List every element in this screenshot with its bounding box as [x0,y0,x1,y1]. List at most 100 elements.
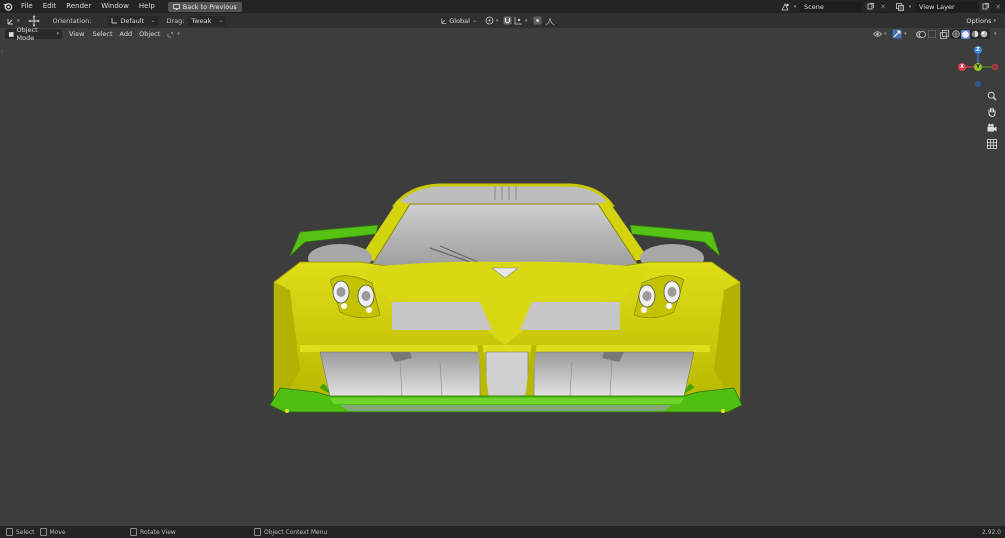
shading-options-chevron-icon[interactable]: ▾ [991,29,1000,39]
snap-target-button[interactable]: ▾ [511,16,531,26]
editor-type-button[interactable]: ▾ [4,16,23,26]
tool-settings-bar: ▾ Orientation: Default ⌄ Drag: Tweak ⌄ G… [0,13,1005,28]
menu-render[interactable]: Render [61,0,96,13]
menu-help[interactable]: Help [134,0,160,13]
status-move: Move [39,528,66,536]
status-select-label: Select [16,528,35,536]
chevron-down-icon: ▾ [17,17,20,24]
orientation-value: Default [120,16,145,25]
chevron-down-icon: ▾ [56,31,59,37]
screen-icon [172,3,180,10]
options-label: Options [966,16,992,25]
status-context-label: Object Context Menu [264,528,328,536]
eye-filter-icon [873,31,882,37]
chevron-down-icon: ▾ [525,17,528,24]
axes-editor-icon [7,18,13,24]
options-button[interactable]: Options ▾ [963,16,999,26]
gizmo-arrows-icon [892,29,902,39]
back-to-previous-button[interactable]: Back to Previous [167,1,242,12]
wireframe-shading-icon[interactable] [952,30,960,38]
chevron-down-icon: ▾ [904,31,907,37]
view-layer-browse-icon[interactable] [895,2,905,12]
chevron-down-icon: ▾ [177,31,180,37]
global-axes-icon [441,18,447,24]
visibility-filter-button[interactable]: ▾ [870,29,890,39]
drag-label: Drag: [166,16,185,25]
new-view-layer-icon[interactable] [980,1,990,12]
status-bar: Select Move Rotate View Object Context M… [0,526,1005,538]
status-move-label: Move [49,528,66,536]
car-model[interactable] [0,40,1005,525]
orientation-label: Orientation: [52,16,92,25]
orientation-axes-icon [111,18,118,24]
scene-name-value: Scene [804,2,824,11]
chevron-down-icon: ▾ [884,31,887,37]
shading-mode-group [950,29,990,39]
xray-icon [940,29,949,39]
drag-mouse-icon [39,528,47,536]
view-menu[interactable]: View [66,29,87,39]
back-to-previous-label: Back to Previous [182,2,237,11]
status-rotate: Rotate View [130,528,176,536]
add-menu[interactable]: Add [117,29,136,39]
chevron-down-icon: ▾ [993,17,996,24]
material-shading-icon[interactable] [971,30,979,38]
pan-hand-icon[interactable] [986,106,998,118]
pivot-point-button[interactable]: ▾ [482,16,502,26]
object-menu[interactable]: Object [136,29,163,39]
menu-edit[interactable]: Edit [38,0,62,13]
gizmo-x-axis[interactable]: X [958,63,966,71]
scene-browse-icon[interactable] [780,2,790,12]
version-label: 2.92.0 [981,528,1001,536]
chevron-down-icon: ▾ [793,3,797,10]
camera-view-icon[interactable] [986,122,998,134]
blender-logo-icon[interactable] [0,0,16,13]
chevron-down-icon: ▾ [908,3,912,10]
menu-window[interactable]: Window [96,0,134,13]
chevron-down-icon: ▾ [496,17,499,24]
gizmo-toggle-button[interactable]: ▾ [889,29,910,39]
rendered-shading-icon[interactable] [980,30,988,38]
delete-view-layer-icon[interactable]: ✕ [993,2,1003,12]
navigation-gizmo[interactable]: Z X Y [952,46,1004,92]
status-rotate-label: Rotate View [140,528,176,536]
3d-viewport[interactable]: › Z X Y [0,40,1005,525]
overlay-settings-icon [928,30,936,38]
scene-name-field[interactable]: Scene [800,1,862,12]
gizmo-neg-z-axis[interactable] [975,81,981,87]
transform-affect-icon [167,32,174,38]
drag-value: Tweak [191,16,212,25]
left-mouse-icon [6,528,13,536]
solid-shading-icon[interactable] [961,29,970,39]
object-mode-dropdown[interactable]: Object Mode ▾ [5,26,62,42]
gizmo-neg-x-axis[interactable] [992,64,998,70]
gizmo-y-axis[interactable]: Y [974,63,982,71]
chevron-down-icon: ⌄ [150,17,156,24]
zoom-icon[interactable] [986,90,998,102]
perspective-grid-icon[interactable] [986,138,998,150]
falloff-curve-icon [545,17,555,25]
viewport-header: Object Mode ▾ View Select Add Object ▾ ▾… [0,26,1005,42]
transform-orientation-dropdown[interactable]: Global ⌄ [438,16,480,26]
snap-grid-icon [514,17,522,25]
right-mouse-icon [254,528,261,536]
middle-mouse-icon [130,528,137,536]
proportional-edit-icon [533,16,542,25]
menu-file[interactable]: File [16,0,38,13]
transform-affect-button[interactable]: ▾ [164,29,183,39]
scene-layer-selectors: ▾ Scene ✕ ▾ View Layer ✕ [780,0,1005,13]
pivot-icon [485,16,494,25]
view-layer-field[interactable]: View Layer [915,1,977,12]
chevron-down-icon: ⌄ [471,17,477,24]
select-menu[interactable]: Select [89,29,115,39]
gizmo-z-axis[interactable]: Z [974,46,982,54]
falloff-button[interactable] [542,16,558,26]
top-menu-bar: File Edit Render Window Help Back to Pre… [0,0,1005,13]
new-scene-icon[interactable] [865,1,875,12]
delete-scene-icon[interactable]: ✕ [878,2,888,12]
transform-orientation-value: Global [449,16,470,25]
orientation-dropdown[interactable]: Default ⌄ [108,15,159,26]
object-mode-icon [8,31,14,37]
drag-dropdown[interactable]: Tweak ⌄ [188,15,227,26]
chevron-down-icon: ⌄ [218,17,224,24]
